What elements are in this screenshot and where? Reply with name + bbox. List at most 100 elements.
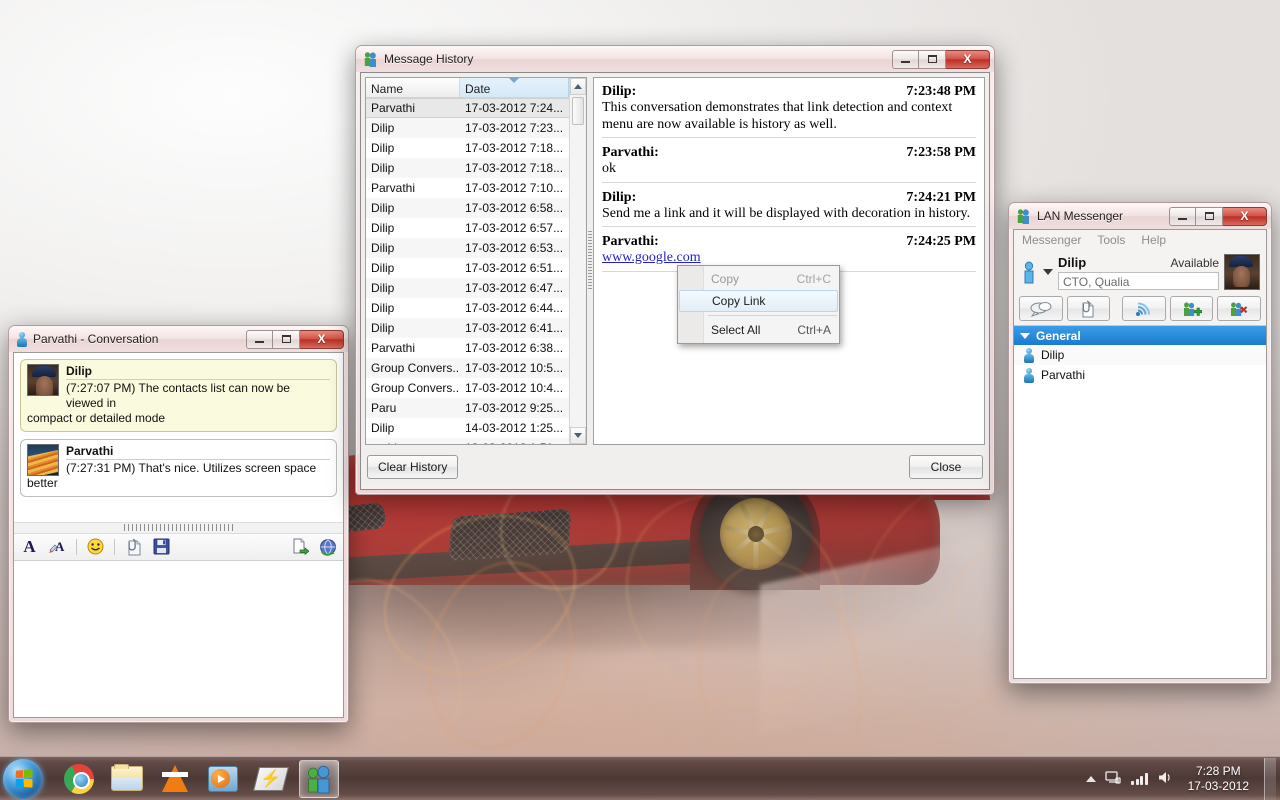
broadcast-icon — [1135, 301, 1153, 317]
splitter-grip-icon — [124, 524, 234, 531]
send-file-icon[interactable] — [290, 537, 309, 556]
menu-tools[interactable]: Tools — [1097, 233, 1125, 247]
conversation-minimize-button[interactable] — [246, 330, 273, 349]
table-row[interactable]: Parvathi17-03-2012 6:38... — [366, 338, 569, 358]
history-message-sender: Dilip: — [602, 84, 636, 100]
close-button[interactable]: Close — [909, 455, 983, 479]
lan-messenger-minimize-button[interactable] — [1169, 207, 1196, 226]
profile-picture[interactable] — [1224, 254, 1260, 290]
history-list-scrollbar[interactable] — [569, 78, 586, 444]
history-table[interactable]: Name Date Parvathi17-03-2012 7:24...Dili… — [366, 78, 569, 444]
send-file-button[interactable] — [1067, 296, 1111, 321]
taskbar-item-vlc[interactable] — [155, 760, 195, 798]
lan-messenger-close-button[interactable]: X — [1223, 207, 1267, 226]
table-row[interactable]: Paru17-03-2012 9:25... — [366, 398, 569, 418]
refresh-globe-icon[interactable] — [318, 537, 337, 556]
show-desktop-button[interactable] — [1264, 758, 1276, 800]
table-row[interactable]: Parvathi17-03-2012 7:10... — [366, 178, 569, 198]
table-row[interactable]: Dilip17-03-2012 6:57... — [366, 218, 569, 238]
broadcast-button[interactable] — [1122, 296, 1166, 321]
conversation-window[interactable]: Parvathi - Conversation X Dilip (7:27:07… — [8, 325, 349, 723]
context-menu[interactable]: Copy Ctrl+C Copy Link Select All Ctrl+A — [677, 265, 840, 344]
history-message-pane[interactable]: Dilip:7:23:48 PMThis conversation demons… — [593, 77, 985, 445]
taskbar-item-explorer[interactable] — [107, 760, 147, 798]
table-row[interactable]: Dilip17-03-2012 7:18... — [366, 138, 569, 158]
clock[interactable]: 7:28 PM 17-03-2012 — [1182, 764, 1255, 794]
conversation-close-button[interactable]: X — [300, 330, 344, 349]
message-history-maximize-button[interactable] — [919, 50, 946, 69]
conversation-maximize-button[interactable] — [273, 330, 300, 349]
message-history-minimize-button[interactable] — [892, 50, 919, 69]
chat-button[interactable] — [1019, 296, 1063, 321]
conversation-titlebar[interactable]: Parvathi - Conversation X — [9, 326, 348, 352]
conversation-splitter[interactable] — [14, 522, 343, 533]
table-row[interactable]: Dilip17-03-2012 6:41... — [366, 318, 569, 338]
status-avatar-icon[interactable] — [1020, 261, 1038, 283]
row-date: 17-03-2012 9:25... — [460, 401, 569, 415]
table-row[interactable]: Group Convers...17-03-2012 10:5... — [366, 358, 569, 378]
lan-messenger-titlebar[interactable]: LAN Messenger X — [1009, 203, 1271, 229]
message-history-close-button[interactable]: X — [946, 50, 990, 69]
message-text: That's nice. Utilizes screen space — [139, 461, 317, 475]
context-menu-item-copy-link[interactable]: Copy Link — [679, 290, 838, 312]
save-icon[interactable] — [152, 537, 171, 556]
column-header-name[interactable]: Name — [366, 78, 460, 97]
table-row[interactable]: roshin13-03-2012 1:51 — [366, 438, 569, 444]
add-group-button[interactable] — [1170, 296, 1214, 321]
table-row[interactable]: Dilip14-03-2012 1:25... — [366, 418, 569, 438]
taskbar-item-winamp[interactable]: ⚡ — [251, 760, 291, 798]
attach-file-icon[interactable] — [124, 537, 143, 556]
table-row[interactable]: Dilip17-03-2012 6:58... — [366, 198, 569, 218]
taskbar-item-chrome[interactable] — [59, 760, 99, 798]
menu-messenger[interactable]: Messenger — [1022, 233, 1081, 247]
row-date: 17-03-2012 6:58... — [460, 201, 569, 215]
font-icon[interactable]: A — [20, 537, 39, 556]
lan-messenger-window[interactable]: LAN Messenger X Messenger Tools Help Dil… — [1008, 202, 1272, 684]
message-history-client: Name Date Parvathi17-03-2012 7:24...Dili… — [360, 72, 990, 490]
network-icon[interactable] — [1105, 770, 1122, 788]
message-history-window[interactable]: Message History X Name Date Parvathi17-0… — [355, 45, 995, 495]
contact-group-header[interactable]: General — [1014, 326, 1266, 345]
font-color-icon[interactable]: A — [48, 537, 67, 556]
show-hidden-icons-icon[interactable] — [1086, 776, 1096, 782]
conversation-message-log[interactable]: Dilip (7:27:07 PM) The contacts list can… — [14, 353, 343, 522]
table-row[interactable]: Dilip17-03-2012 7:23... — [366, 118, 569, 138]
scroll-down-button[interactable] — [570, 427, 586, 444]
volume-icon[interactable] — [1157, 770, 1173, 788]
table-row[interactable]: Parvathi17-03-2012 7:24... — [366, 98, 569, 118]
scrollbar-thumb[interactable] — [572, 97, 584, 125]
column-header-date[interactable]: Date — [460, 78, 569, 97]
conversation-client: Dilip (7:27:07 PM) The contacts list can… — [13, 352, 344, 718]
scroll-up-button[interactable] — [570, 78, 586, 95]
contact-list-item[interactable]: Parvathi — [1014, 365, 1266, 385]
status-dropdown-icon[interactable] — [1043, 269, 1053, 275]
table-row[interactable]: Group Convers...17-03-2012 10:4... — [366, 378, 569, 398]
table-row[interactable]: Dilip17-03-2012 7:18... — [366, 158, 569, 178]
lan-messenger-title: LAN Messenger — [1037, 209, 1123, 223]
start-button[interactable] — [3, 759, 43, 799]
table-row[interactable]: Dilip17-03-2012 6:47... — [366, 278, 569, 298]
table-row[interactable]: Dilip17-03-2012 6:53... — [366, 238, 569, 258]
contact-list[interactable]: GeneralDilipParvathi — [1014, 325, 1266, 678]
delete-group-button[interactable] — [1217, 296, 1261, 321]
table-row[interactable]: Dilip17-03-2012 6:51... — [366, 258, 569, 278]
clear-history-button[interactable]: Clear History — [367, 455, 458, 479]
profile-note-field[interactable]: CTO, Qualia — [1058, 272, 1219, 290]
taskbar-item-lan-messenger[interactable] — [299, 760, 339, 798]
history-rows[interactable]: Parvathi17-03-2012 7:24...Dilip17-03-201… — [366, 98, 569, 444]
lan-messenger-client: Messenger Tools Help Dilip Available CTO… — [1013, 229, 1267, 679]
message-history-titlebar[interactable]: Message History X — [356, 46, 994, 72]
context-menu-item-select-all[interactable]: Select All Ctrl+A — [678, 319, 839, 341]
scrollbar-track[interactable] — [570, 95, 586, 427]
taskbar-item-media-player[interactable] — [203, 760, 243, 798]
menu-help[interactable]: Help — [1141, 233, 1166, 247]
signal-icon[interactable] — [1131, 772, 1148, 785]
contact-list-item[interactable]: Dilip — [1014, 345, 1266, 365]
lan-messenger-maximize-button[interactable] — [1196, 207, 1223, 226]
history-message-link[interactable]: www.google.com — [602, 250, 701, 265]
row-date: 17-03-2012 6:53... — [460, 241, 569, 255]
message-input[interactable] — [14, 561, 343, 718]
delete-group-icon — [1229, 301, 1249, 317]
emoticon-icon[interactable] — [86, 537, 105, 556]
table-row[interactable]: Dilip17-03-2012 6:44... — [366, 298, 569, 318]
